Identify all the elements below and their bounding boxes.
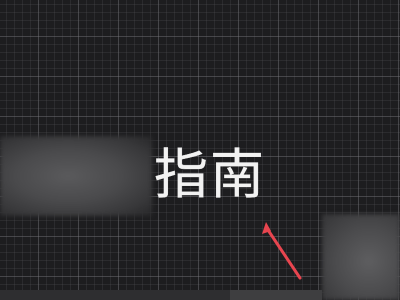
canvas-text-object[interactable]: 指南 (154, 140, 274, 210)
red-pointer-arrow-icon (262, 222, 302, 280)
design-canvas[interactable]: 指南 (0, 0, 400, 300)
bottom-panel-strip-right (230, 290, 322, 300)
arrow-shaft (266, 228, 302, 280)
blurred-region-left (0, 136, 152, 216)
bottom-panel-strip (0, 290, 230, 300)
blurred-region-right (322, 214, 400, 300)
